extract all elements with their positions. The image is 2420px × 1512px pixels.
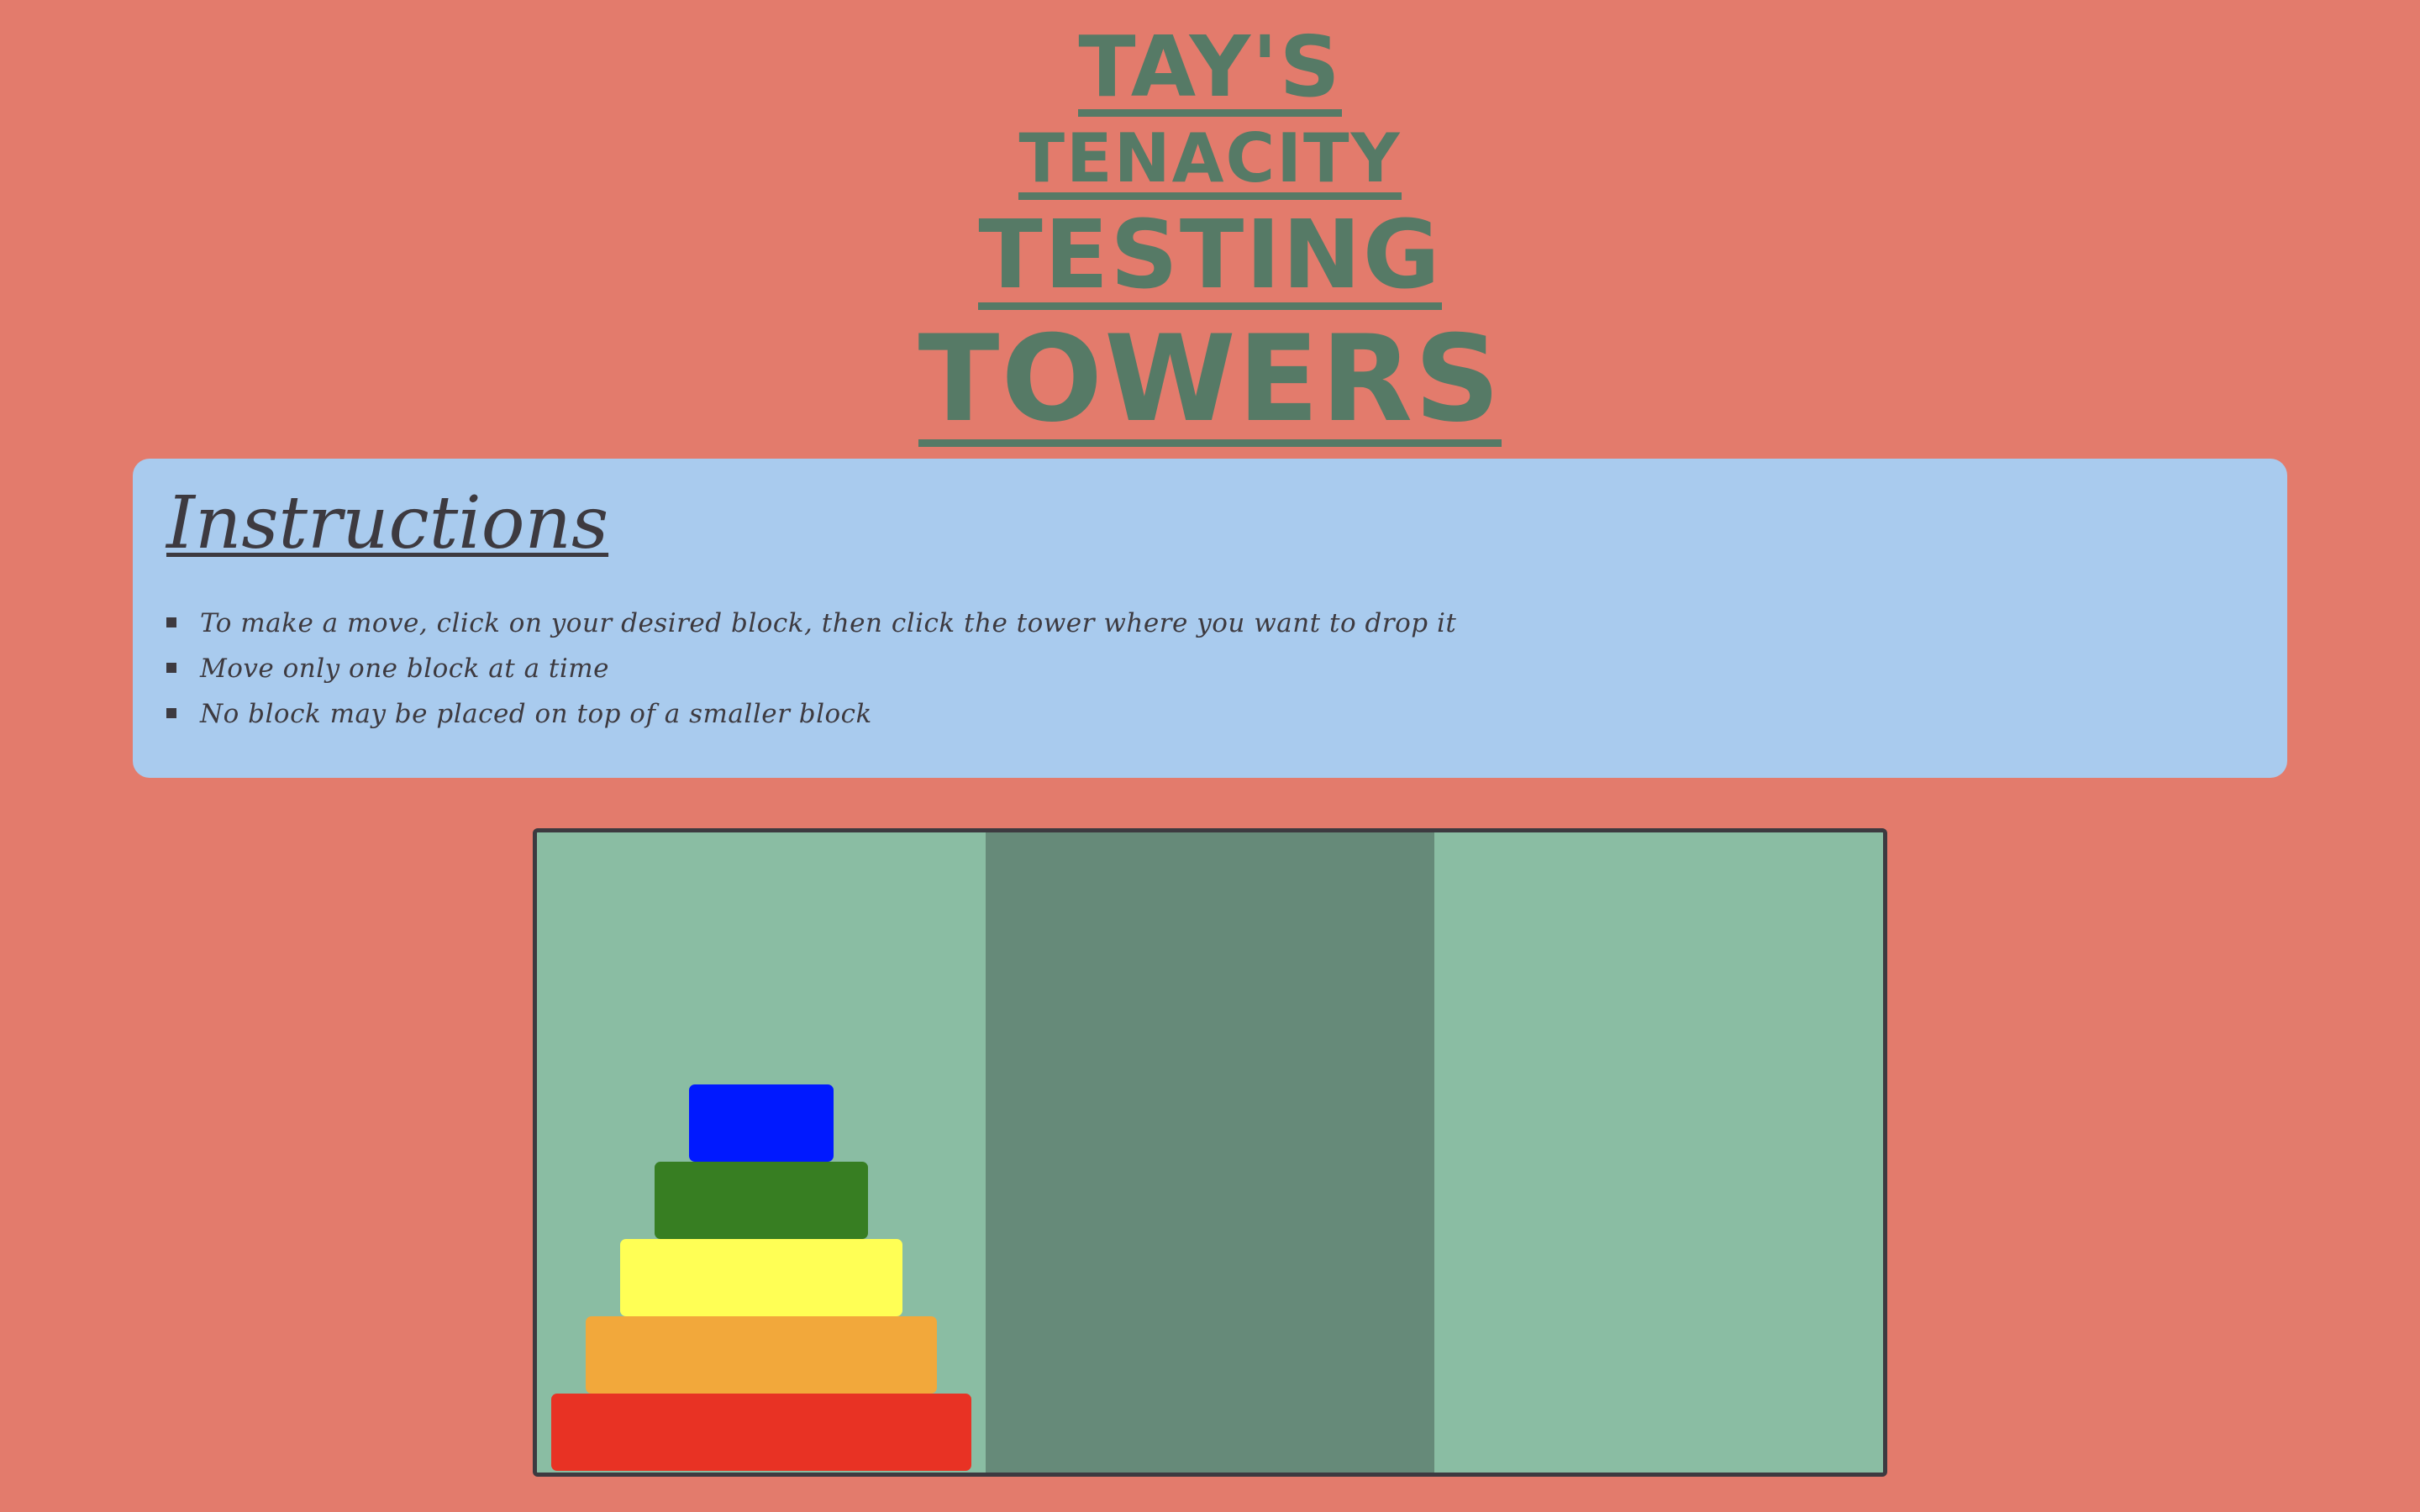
block-size-2[interactable] xyxy=(655,1162,868,1239)
block-size-4[interactable] xyxy=(586,1316,937,1394)
instruction-item: Move only one block at a time xyxy=(166,646,2254,691)
title-line-2: Tenacity xyxy=(1018,125,1402,200)
instruction-item: To make a move, click on your desired bl… xyxy=(166,601,2254,646)
game-title: Tay's Tenacity Testing Towers xyxy=(0,25,2420,447)
instructions-heading: Instructions xyxy=(166,481,609,565)
tower-right[interactable] xyxy=(1434,832,1883,1473)
tower-left[interactable] xyxy=(537,832,986,1473)
instruction-item: No block may be placed on top of a small… xyxy=(166,691,2254,737)
game-board xyxy=(533,828,1887,1477)
instructions-panel: Instructions To make a move, click on yo… xyxy=(133,459,2287,778)
title-line-1: Tay's xyxy=(1078,18,1342,117)
title-line-4: Towers xyxy=(918,310,1502,449)
title-line-3: Testing xyxy=(978,201,1442,310)
block-size-5[interactable] xyxy=(551,1394,971,1471)
tower-middle[interactable] xyxy=(986,832,1434,1473)
block-size-3[interactable] xyxy=(620,1239,902,1316)
instructions-list: To make a move, click on your desired bl… xyxy=(166,601,2254,737)
block-size-1[interactable] xyxy=(689,1084,834,1162)
